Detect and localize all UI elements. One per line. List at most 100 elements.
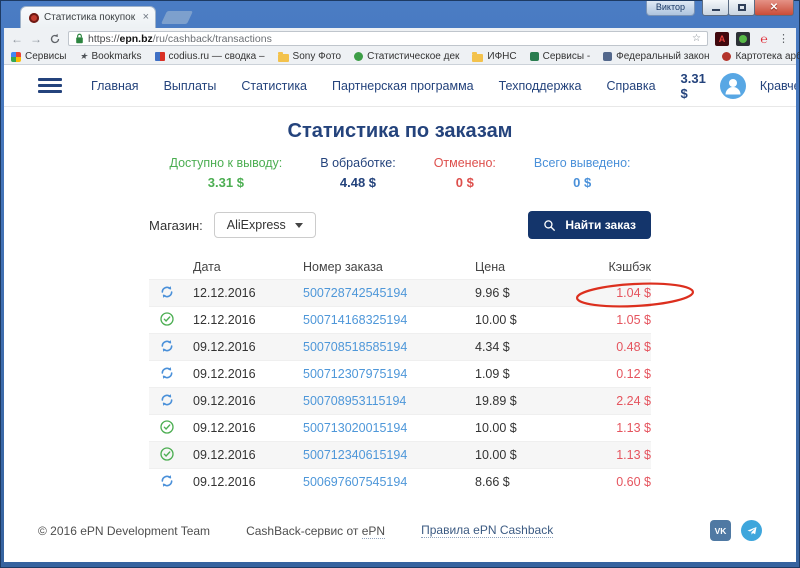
nav-item-spravka[interactable]: Справка [606,79,655,93]
store-dropdown[interactable]: AliExpress [214,212,316,238]
folder-icon [472,54,483,62]
copyright-text: © 2016 ePN Development Team [38,524,210,538]
vk-icon[interactable]: VK [710,520,731,541]
address-bar[interactable]: https://epn.bz/ru/cashback/transactions … [68,31,708,46]
user-name[interactable]: Кравче… [760,79,796,93]
back-icon[interactable]: ← [11,33,23,45]
table-row: 09.12.2016 500712307975194 1.09 $ 0.12 $ [149,360,651,387]
minimize-icon [712,9,720,11]
close-button[interactable]: ✕ [754,0,794,16]
cashback-service-link[interactable]: CashBack-сервис от ePN [246,524,385,538]
pdf-extension-icon[interactable]: A [715,32,729,46]
order-number-link[interactable]: 500708953115194 [303,394,475,408]
bookmarks-bar: Сервисы Bookmarks codius.ru — сводка – S… [4,49,796,65]
secure-lock-icon [75,33,84,44]
page-content: Главная Выплаты Статистика Партнерская п… [4,65,796,562]
chart-favicon-icon [155,52,165,61]
epn-favicon-icon [29,13,39,23]
folder-icon [278,54,289,62]
table-row: 09.12.2016 500708518585194 4.34 $ 0.48 $ [149,333,651,360]
processing-icon [159,392,175,411]
tab-title: Статистика покупок | eP [44,12,138,23]
completed-icon [159,311,175,330]
apps-grid-icon [11,52,21,62]
red-favicon-icon [722,52,731,61]
bookmark-item[interactable]: codius.ru — сводка – [155,51,265,62]
nav-item-vyplaty[interactable]: Выплаты [164,79,217,93]
processing-icon [159,284,175,303]
chevron-down-icon [295,223,303,228]
site-navbar: Главная Выплаты Статистика Партнерская п… [4,65,796,107]
maximize-button[interactable] [728,0,755,16]
bookmark-item[interactable]: Bookmarks [79,51,141,62]
table-row: 09.12.2016 500712340615194 10.00 $ 1.13 … [149,441,651,468]
maximize-icon [738,4,746,11]
completed-icon [159,446,175,465]
balance-amount[interactable]: 3.31 $ [681,71,706,101]
stats-summary: Доступно к выводу:3.31 $ В обработке:4.4… [4,156,796,190]
rules-link[interactable]: Правила ePN Cashback [421,523,553,538]
profile-name-button[interactable]: Виктор [646,1,695,16]
chrome-menu-icon[interactable]: ⋮ [778,32,789,45]
order-number-link[interactable]: 500712340615194 [303,448,475,462]
table-row: 12.12.2016 500714168325194 10.00 $ 1.05 … [149,306,651,333]
star-icon [79,51,87,62]
stat-withdrawn: Всего выведено:0 $ [534,156,631,190]
nav-item-partnerskaya[interactable]: Партнерская программа [332,79,474,93]
bookmark-item[interactable]: Федеральный закон [603,51,709,62]
window-titlebar: Статистика покупок | eP × Виктор ✕ [4,0,796,28]
close-icon: ✕ [770,3,778,13]
bookmark-item[interactable]: Сервисы - [530,51,591,62]
search-icon [543,219,556,232]
order-number-link[interactable]: 500714168325194 [303,313,475,327]
tab-close-icon[interactable]: × [143,12,149,23]
store-label: Магазин: [149,218,203,233]
epn-extension-icon[interactable]: ℮ [757,32,771,46]
new-tab-button[interactable] [161,11,193,24]
browser-window: Статистика покупок | eP × Виктор ✕ ← → h… [0,0,800,568]
user-avatar[interactable] [720,73,746,99]
teal-favicon-icon [530,52,539,61]
bookmark-item[interactable]: Сервисы [11,51,66,62]
stat-processing: В обработке:4.48 $ [320,156,395,190]
reload-icon[interactable] [49,33,61,45]
nav-item-glavnaya[interactable]: Главная [91,79,139,93]
bookmark-item[interactable]: Картотека арбитраж [722,51,800,62]
minimize-button[interactable] [702,0,729,16]
person-icon [720,73,746,99]
bookmark-folder[interactable]: ИФНС [472,51,516,62]
page-title: Статистика по заказам [4,120,796,143]
green-dot-extension-icon[interactable] [736,32,750,46]
bookmark-star-icon[interactable]: ☆ [692,33,701,44]
processing-icon [159,338,175,357]
orders-table: Дата Номер заказа Цена Кэшбэк 12.12.2016… [149,254,651,495]
table-header: Дата Номер заказа Цена Кэшбэк [149,254,651,279]
nav-item-statistika[interactable]: Статистика [241,79,307,93]
processing-icon [159,365,175,384]
order-number-link[interactable]: 500713020015194 [303,421,475,435]
browser-tab[interactable]: Статистика покупок | eP × [20,6,156,28]
telegram-icon[interactable] [741,520,762,541]
stat-available: Доступно к выводу:3.31 $ [169,156,282,190]
forward-icon[interactable]: → [30,33,42,45]
filter-row: Магазин: AliExpress Найти заказ [149,211,651,239]
table-row: 09.12.2016 500697607545194 8.66 $ 0.60 $ [149,468,651,495]
bookmark-item[interactable]: Статистическое дек [354,51,459,62]
nav-item-tehpodderzhka[interactable]: Техподдержка [499,79,582,93]
table-row: 09.12.2016 500708953115194 19.89 $ 2.24 … [149,387,651,414]
find-order-button[interactable]: Найти заказ [528,211,651,239]
table-row: 09.12.2016 500713020015194 10.00 $ 1.13 … [149,414,651,441]
green-favicon-icon [354,52,363,61]
site-footer: © 2016 ePN Development Team CashBack-сер… [4,520,796,541]
processing-icon [159,473,175,492]
blue-favicon-icon [603,52,612,61]
bookmark-folder[interactable]: Sony Фото [278,51,342,62]
order-number-link[interactable]: 500712307975194 [303,367,475,381]
completed-icon [159,419,175,438]
hamburger-menu-icon[interactable] [38,78,62,93]
order-number-link[interactable]: 500708518585194 [303,340,475,354]
order-number-link[interactable]: 500728742545194 [303,286,475,300]
url-text: https://epn.bz/ru/cashback/transactions [88,33,688,45]
order-number-link[interactable]: 500697607545194 [303,475,475,489]
stat-cancelled: Отменено:0 $ [434,156,496,190]
